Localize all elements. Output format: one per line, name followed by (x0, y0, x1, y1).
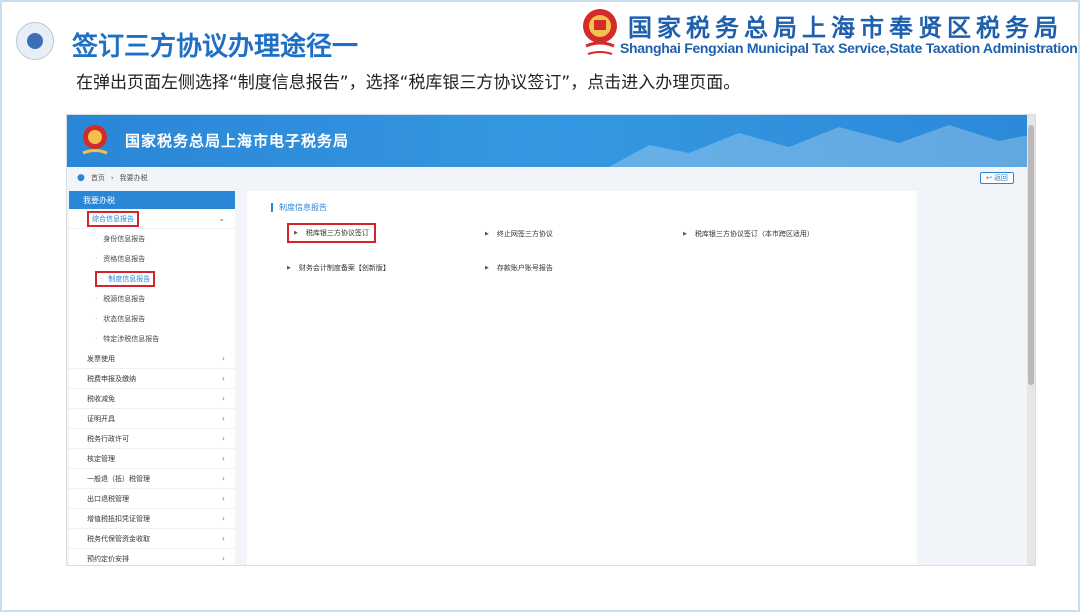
sidebar-item[interactable]: 预约定价安排 › (69, 549, 235, 565)
chevron-right-icon: › (221, 554, 225, 563)
item-accounting-filing[interactable]: ▶ 财务会计制度备案【创新版】 (287, 263, 390, 273)
chevron-right-icon: › (221, 394, 225, 403)
content-panel: 制度信息报告 ▶ 税库银三方协议签订 ▶ 终止网签三方协议 ▶ 税库银三方协议签订（本… (247, 191, 917, 565)
bureau-name-en: Shanghai Fengxian Municipal Tax Service,… (620, 40, 1078, 56)
site-emblem-icon (82, 125, 108, 155)
tax-emblem-icon (583, 9, 617, 55)
sidebar-item[interactable]: 核定管理 › (69, 449, 235, 469)
bureau-name-cn: 国家税务总局上海市奉贤区税务局 (628, 14, 1063, 42)
chevron-right-icon: › (221, 494, 225, 503)
slide-subtitle: 在弹出页面左侧选择“制度信息报告”，选择“税库银三方协议签订”，点击进入办理页面… (76, 73, 741, 93)
sidebar-item[interactable]: 税收减免 › (69, 389, 235, 409)
sidebar-sub-item[interactable]: · 状态信息报告 (69, 309, 235, 329)
breadcrumb-home[interactable]: 首页 (91, 173, 105, 183)
sidebar: 我要办税 综合信息报告 ⌄ · 身份信息报告 · 资格信息报告 · 制度信息报告 · 税… (69, 191, 235, 565)
sidebar-item[interactable]: 证明开具 › (69, 409, 235, 429)
chevron-right-icon: › (221, 534, 225, 543)
chevron-right-icon: › (221, 414, 225, 423)
bullet-triangle-icon: ▶ (287, 265, 291, 271)
breadcrumb-separator: › (110, 174, 114, 182)
site-title: 国家税务总局上海市电子税务局 (125, 132, 350, 150)
location-pin-icon: ● (77, 173, 85, 183)
sidebar-sub-item[interactable]: · 资格信息报告 (69, 249, 235, 269)
bullet-triangle-icon: ▶ (485, 231, 489, 237)
site-header: 国家税务总局上海市电子税务局 (67, 115, 1029, 167)
chevron-right-icon: › (221, 434, 225, 443)
sidebar-item[interactable]: 出口退税管理 › (69, 489, 235, 509)
sidebar-sub-item-system-report[interactable]: · 制度信息报告 (69, 269, 235, 289)
sidebar-sub-item[interactable]: · 税源信息报告 (69, 289, 235, 309)
item-terminate-agreement[interactable]: ▶ 终止网签三方协议 (485, 229, 553, 239)
panel-title: 制度信息报告 (271, 203, 327, 212)
slide-title: 签订三方协议办理途径一 (72, 32, 359, 62)
chevron-right-icon: › (221, 374, 225, 383)
chevron-right-icon: › (221, 474, 225, 483)
breadcrumb-current[interactable]: 我要办税 (120, 173, 148, 183)
sidebar-item[interactable]: 税务行政许可 › (69, 429, 235, 449)
bullet-triangle-icon: ▶ (683, 231, 687, 237)
chevron-right-icon: › (221, 454, 225, 463)
bullet-triangle-icon: ▶ (485, 265, 489, 271)
sidebar-group-label: 综合信息报告 (87, 210, 139, 227)
back-arrow-icon: ↩ (986, 174, 992, 182)
embedded-screenshot: 国家税务总局上海市电子税务局 ● 首页 › 我要办税 ↩ 返回 我要办税 综合信… (66, 114, 1036, 566)
item-cross-district-agreement[interactable]: ▶ 税库银三方协议签订（本市跨区适用） (683, 229, 814, 239)
chevron-right-icon: › (221, 354, 225, 363)
item-tri-party-agreement-sign[interactable]: ▶ 税库银三方协议签订 (287, 223, 376, 243)
great-wall-icon (609, 125, 1029, 167)
sidebar-item[interactable]: 增值税抵扣凭证管理 › (69, 509, 235, 529)
sidebar-header[interactable]: 我要办税 (69, 191, 235, 209)
sidebar-item[interactable]: 一般退（抵）税管理 › (69, 469, 235, 489)
sidebar-sub-item[interactable]: · 身份信息报告 (69, 229, 235, 249)
sidebar-item[interactable]: 税务代保管资金收取 › (69, 529, 235, 549)
back-button-label: 返回 (993, 174, 1008, 182)
sidebar-item[interactable]: 发票使用 › (69, 349, 235, 369)
chevron-down-icon: ⌄ (218, 214, 225, 223)
sidebar-item[interactable]: 税费申报及缴纳 › (69, 369, 235, 389)
back-button[interactable]: ↩ 返回 (980, 172, 1014, 184)
breadcrumb: ● 首页 › 我要办税 (77, 173, 148, 183)
scrollbar[interactable] (1027, 115, 1035, 565)
chevron-right-icon: › (221, 514, 225, 523)
sidebar-sub-item[interactable]: · 特定涉税信息报告 (69, 329, 235, 349)
bullet-icon (16, 22, 54, 60)
item-bank-account-report[interactable]: ▶ 存款账户账号报告 (485, 263, 553, 273)
bullet-triangle-icon: ▶ (294, 230, 298, 236)
sidebar-group-integrated-report[interactable]: 综合信息报告 ⌄ (69, 209, 235, 229)
